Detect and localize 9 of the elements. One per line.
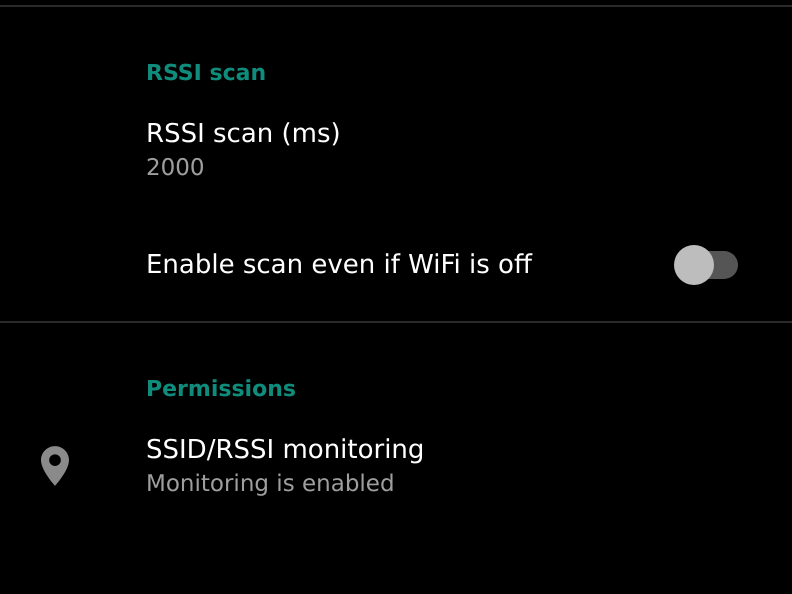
setting-title[interactable]: Enable scan even if WiFi is off — [146, 250, 532, 280]
toggle-switch[interactable] — [674, 245, 738, 285]
location-pin-icon — [41, 446, 69, 486]
section-header: RSSI scan — [145, 60, 268, 88]
setting-title[interactable]: SSID/RSSI monitoring — [146, 435, 424, 465]
setting-title[interactable]: RSSI scan (ms) — [146, 119, 341, 149]
setting-summary: 2000 — [146, 155, 205, 181]
setting-summary: Monitoring is enabled — [146, 471, 395, 497]
section-header: Permissions — [145, 376, 297, 404]
